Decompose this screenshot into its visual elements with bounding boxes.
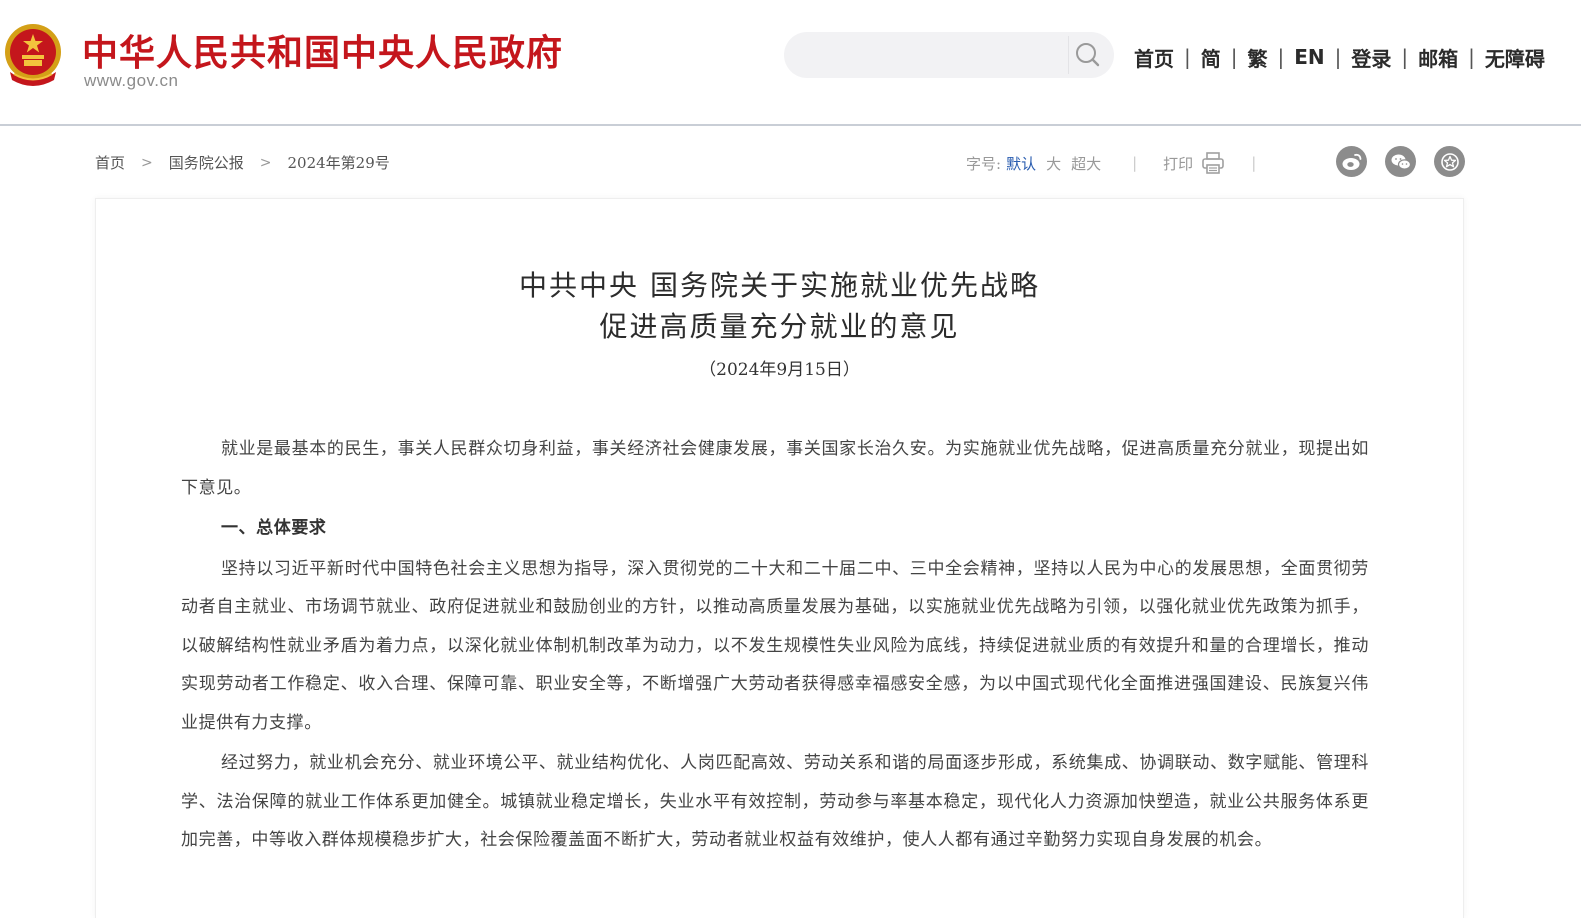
- wechat-icon[interactable]: [1385, 146, 1416, 177]
- share-icons: [1336, 146, 1465, 177]
- nav-separator: |: [1334, 45, 1342, 69]
- site-title[interactable]: 中华人民共和国中央人民政府: [82, 24, 563, 76]
- search-divider: [1068, 36, 1069, 74]
- search-box: [784, 32, 1114, 78]
- section-heading: 一、总体要求: [220, 518, 327, 538]
- printer-icon: [1202, 152, 1224, 174]
- article-title: 中共中央 国务院关于实施就业优先战略 促进高质量充分就业的意见: [96, 265, 1463, 347]
- nav-separator: |: [1401, 45, 1409, 69]
- nav-accessibility[interactable]: 无障碍: [1479, 43, 1551, 72]
- top-nav: 首页 | 简 | 繁 | EN | 登录 | 邮箱 | 无障碍: [1128, 43, 1551, 71]
- font-size-xlarge[interactable]: 超大: [1066, 153, 1106, 174]
- nav-separator: |: [1230, 45, 1238, 69]
- article-paragraph: 坚持以习近平新时代中国特色社会主义思想为指导，深入贯彻党的二十大和二十届二中、三…: [181, 558, 1369, 733]
- font-size-label: 字号:: [966, 154, 1002, 173]
- print-button[interactable]: 打印: [1163, 152, 1225, 174]
- nav-home[interactable]: 首页: [1128, 43, 1180, 72]
- tool-separator: |: [1132, 154, 1138, 172]
- print-label: 打印: [1163, 154, 1194, 173]
- weibo-icon[interactable]: [1336, 146, 1367, 177]
- chevron-right-icon: >: [259, 154, 272, 171]
- search-input[interactable]: [798, 40, 1062, 72]
- article-title-line2: 促进高质量充分就业的意见: [599, 310, 960, 343]
- nav-separator: |: [1468, 45, 1475, 69]
- article-body: 就业是最基本的民生，事关人民群众切身利益，事关经济社会健康发展，事关国家长治久安…: [181, 430, 1369, 862]
- nav-login[interactable]: 登录: [1345, 43, 1397, 72]
- site-url[interactable]: www.gov.cn: [84, 71, 178, 91]
- font-size-large[interactable]: 大: [1041, 153, 1066, 174]
- article-title-line1: 中共中央 国务院关于实施就业优先战略: [519, 269, 1040, 302]
- nav-traditional[interactable]: 繁: [1242, 43, 1274, 72]
- breadcrumb-home[interactable]: 首页: [95, 152, 125, 173]
- article-container: 中共中央 国务院关于实施就业优先战略 促进高质量充分就业的意见 （2024年9月…: [95, 198, 1464, 918]
- article-date: （2024年9月15日）: [699, 360, 860, 380]
- breadcrumb: 首页 > 国务院公报 > 2024年第29号: [95, 152, 390, 173]
- nav-separator: |: [1277, 45, 1285, 69]
- font-size-default[interactable]: 默认: [1001, 153, 1041, 174]
- breadcrumb-bar: 首页 > 国务院公报 > 2024年第29号 字号: 默认 大 超大 | 打印 …: [0, 128, 1581, 198]
- article-tools: 字号: 默认 大 超大 | 打印 |: [966, 148, 1282, 178]
- nav-separator: |: [1184, 45, 1191, 69]
- breadcrumb-gazette[interactable]: 国务院公报: [169, 152, 244, 173]
- article-paragraph: 就业是最基本的民生，事关人民群众切身利益，事关经济社会健康发展，事关国家长治久安…: [181, 439, 1369, 498]
- favorite-icon[interactable]: [1434, 146, 1465, 177]
- nav-simplified[interactable]: 简: [1195, 43, 1227, 72]
- tool-separator: |: [1251, 154, 1257, 172]
- nav-english[interactable]: EN: [1288, 45, 1330, 69]
- breadcrumb-issue[interactable]: 2024年第29号: [288, 152, 390, 173]
- nav-mailbox[interactable]: 邮箱: [1412, 43, 1464, 72]
- site-header: 中华人民共和国中央人民政府 www.gov.cn 首页 | 简 | 繁 | EN…: [0, 0, 1581, 126]
- national-emblem-icon[interactable]: [2, 22, 64, 90]
- search-icon[interactable]: [1070, 40, 1106, 70]
- chevron-right-icon: >: [141, 154, 153, 171]
- article-paragraph: 经过努力，就业机会充分、就业环境公平、就业结构优化、人岗匹配高效、劳动关系和谐的…: [181, 753, 1369, 850]
